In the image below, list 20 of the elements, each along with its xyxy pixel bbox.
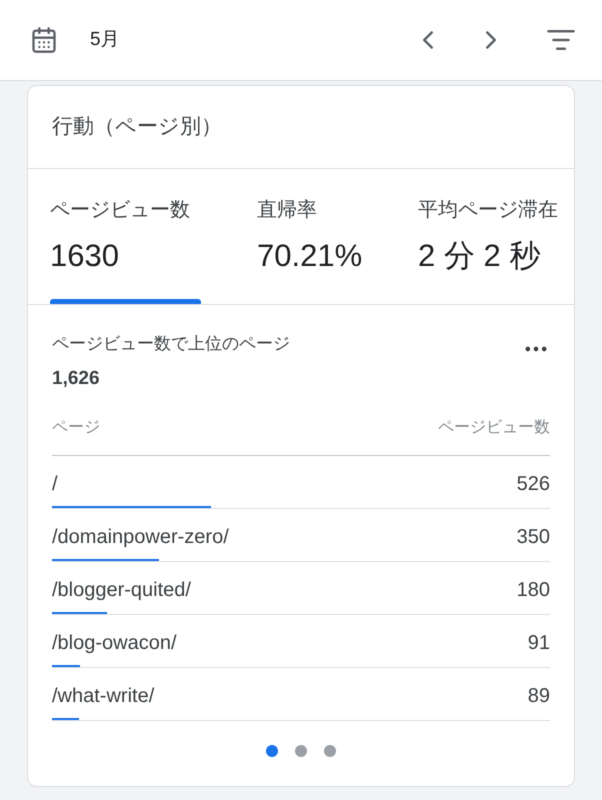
metric-tab[interactable]: 平均ページ滞在 2 分 2 秒 — [418, 169, 574, 304]
page-path: /domainpower-zero/ — [52, 524, 229, 550]
page-path: / — [52, 472, 58, 496]
metric-tab[interactable]: 直帰率 70.21% — [257, 169, 418, 304]
section-title: ページビュー数で上位のページ — [52, 333, 290, 355]
total-value: 1,626 — [52, 367, 101, 391]
period-label[interactable]: 5月 — [90, 26, 120, 54]
calendar-icon[interactable] — [30, 26, 58, 54]
card-title: 行動（ページ別） — [52, 114, 222, 140]
view-count: 89 — [528, 684, 550, 708]
view-count: 350 — [516, 524, 550, 550]
column-header: ページビュー数 — [438, 418, 550, 438]
metric-tab[interactable]: ページビュー数 1630 — [50, 169, 257, 304]
view-count: 526 — [516, 472, 550, 496]
column-header: ページ — [52, 418, 100, 438]
page-path: /what-write/ — [52, 684, 154, 708]
view-count: 180 — [516, 578, 550, 602]
view-count: 91 — [528, 630, 550, 656]
page-path: /blog-owacon/ — [52, 630, 177, 656]
page-path: /blogger-quited/ — [52, 578, 191, 602]
